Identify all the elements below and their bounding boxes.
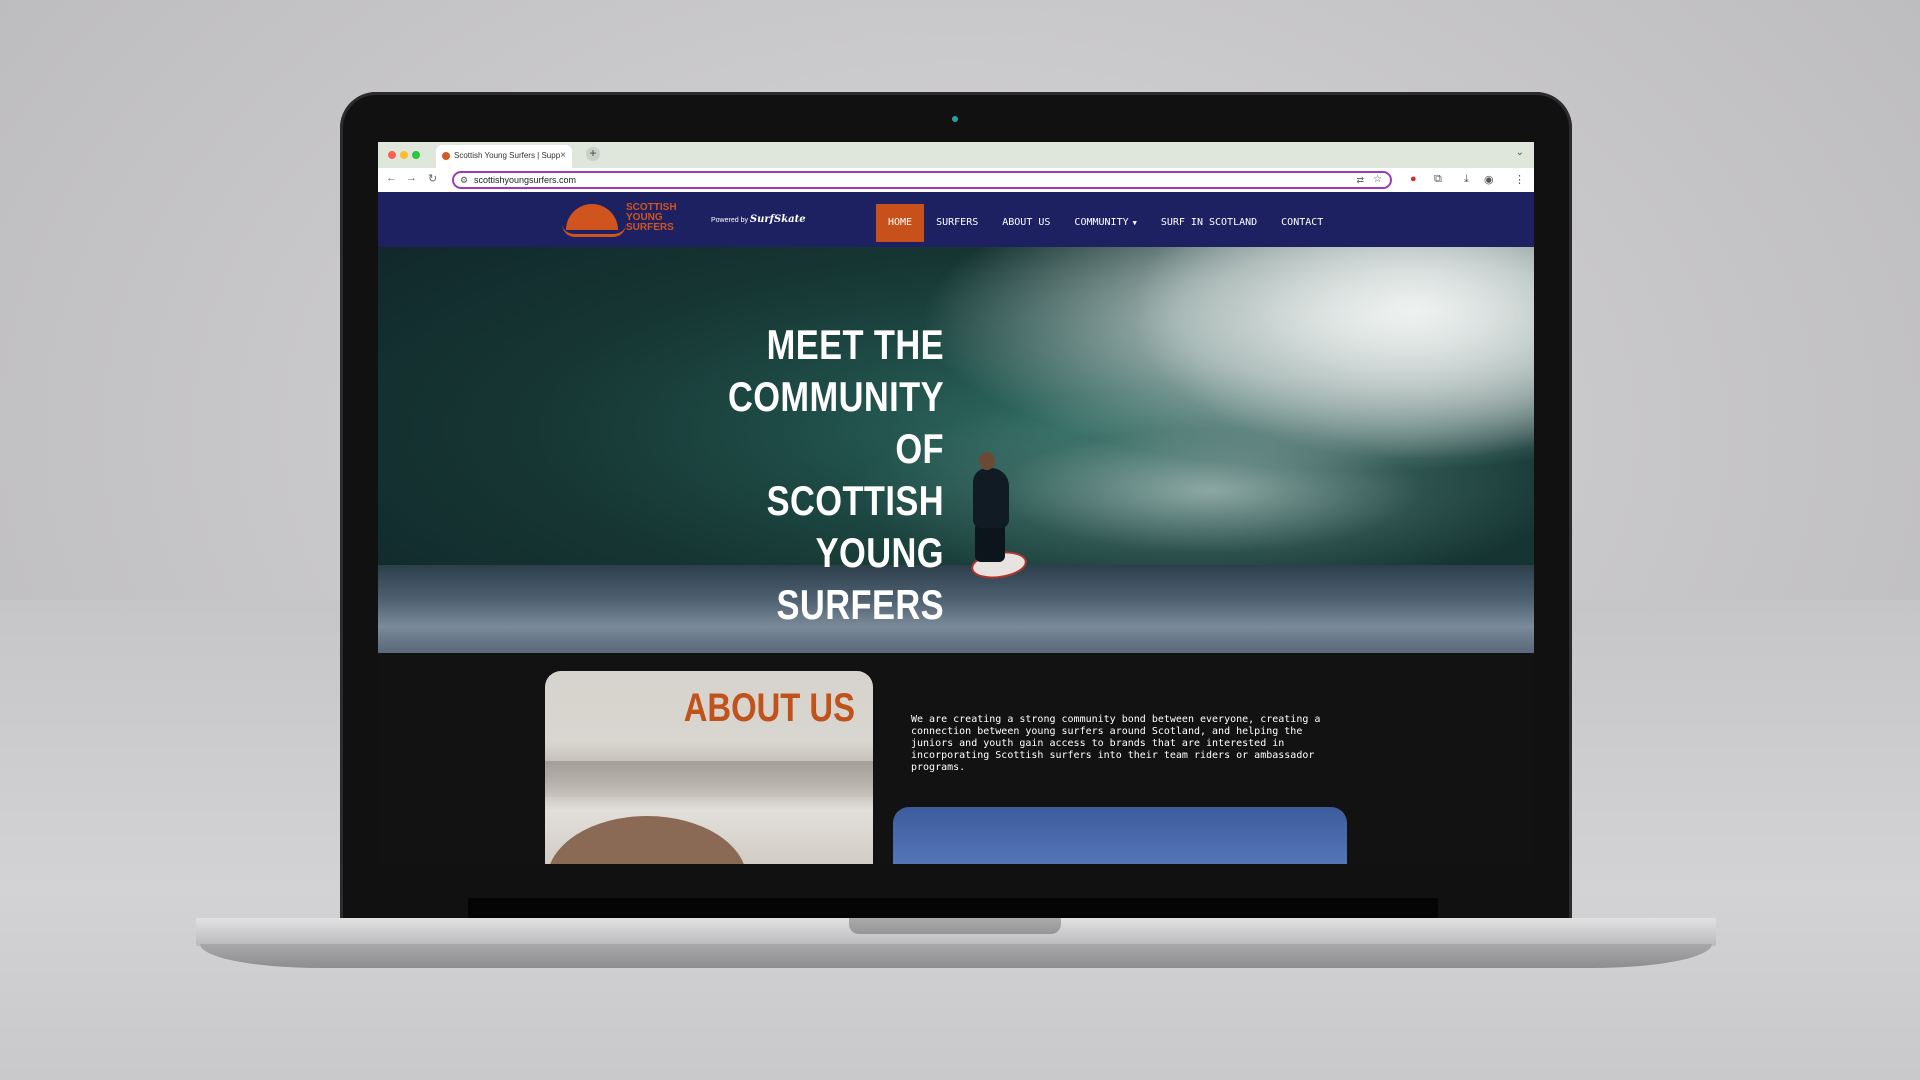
- nav-label: SURFERS: [936, 217, 979, 228]
- surfer-head: [979, 452, 995, 470]
- powered-by-label: Powered by: [711, 217, 748, 224]
- site-logo[interactable]: SCOTTISH YOUNG SURFERS: [562, 200, 696, 240]
- about-heading: ABOUT US: [683, 686, 855, 730]
- menu-kebab-icon[interactable]: ⋮: [1514, 173, 1525, 186]
- opera-extension-icon[interactable]: ●: [1410, 173, 1417, 185]
- nav-item-surf-in-scotland[interactable]: SURF IN SCOTLAND: [1149, 204, 1269, 242]
- hero-banner: MEET THE COMMUNITY OF SCOTTISH YOUNG SUR…: [378, 247, 1534, 653]
- nav-item-contact[interactable]: CONTACT: [1269, 204, 1335, 242]
- nav-label: ABOUT US: [1002, 217, 1051, 228]
- logo-wave-icon: [562, 224, 626, 237]
- laptop-hinge: [468, 898, 1438, 920]
- logo-line: SURFERS: [626, 222, 674, 233]
- laptop-notch: [849, 918, 1061, 934]
- hero-wave-foam: [1138, 247, 1534, 457]
- powered-by-brand: SurfSkate: [749, 214, 806, 225]
- back-icon[interactable]: ←: [386, 172, 397, 184]
- bookmark-star-icon[interactable]: ☆: [1373, 173, 1382, 187]
- main-nav: HOME SURFERS ABOUT US COMMUNITY ▼ SURF IN…: [876, 204, 1335, 242]
- about-image-clouds: [545, 761, 873, 797]
- new-tab-button[interactable]: +: [586, 147, 600, 161]
- tab-close-icon[interactable]: ×: [560, 145, 566, 167]
- secondary-image-card: [893, 807, 1347, 864]
- site-info-icon[interactable]: ⚙: [460, 173, 468, 187]
- profile-avatar-icon[interactable]: ◉: [1484, 173, 1494, 186]
- nav-label: CONTACT: [1281, 217, 1324, 228]
- caret-down-icon: ▼: [1132, 219, 1137, 227]
- forward-icon[interactable]: →: [406, 172, 417, 184]
- site-favicon-icon: [442, 152, 450, 160]
- download-icon[interactable]: ⤓: [1464, 173, 1469, 186]
- maximize-window-icon[interactable]: [412, 151, 420, 159]
- site-header: SCOTTISH YOUNG SURFERS Powered by SurfSk…: [378, 192, 1534, 247]
- laptop-screen: Scottish Young Surfers | Supp × + ⌄ ← → …: [378, 142, 1534, 864]
- browser-tab[interactable]: Scottish Young Surfers | Supp ×: [436, 145, 572, 168]
- url-text: scottishyoungsurfers.com: [474, 175, 577, 185]
- about-image-rock: [547, 816, 747, 864]
- website: SCOTTISH YOUNG SURFERS Powered by SurfSk…: [378, 192, 1534, 864]
- minimize-window-icon[interactable]: [400, 151, 408, 159]
- nav-item-community[interactable]: COMMUNITY ▼: [1062, 204, 1148, 242]
- tab-search-icon[interactable]: ⌄: [1516, 147, 1524, 158]
- surfer-legs: [975, 522, 1005, 562]
- browser-tab-bar: Scottish Young Surfers | Supp × + ⌄: [378, 142, 1534, 168]
- laptop-base-bottom: [200, 944, 1712, 968]
- nav-label: COMMUNITY: [1074, 217, 1129, 228]
- close-window-icon[interactable]: [388, 151, 396, 159]
- nav-label: SURF IN SCOTLAND: [1160, 217, 1258, 228]
- hero-surfer-image: [953, 452, 1033, 592]
- translate-icon[interactable]: ⇄: [1356, 173, 1364, 187]
- hero-title: MEET THE COMMUNITY OF SCOTTISH YOUNG SUR…: [727, 321, 944, 628]
- extensions-puzzle-icon[interactable]: ⧉: [1434, 173, 1442, 186]
- surfer-body: [973, 468, 1009, 528]
- browser-toolbar: ← → ↻ ⚙ scottishyoungsurfers.com ⇄ ☆ ● ⧉…: [378, 168, 1534, 193]
- tab-title: Scottish Young Surfers | Supp: [454, 151, 561, 160]
- webcam: [952, 116, 958, 122]
- powered-by[interactable]: Powered by SurfSkate: [711, 214, 806, 225]
- nav-item-surfers[interactable]: SURFERS: [924, 204, 990, 242]
- about-description: We are creating a strong community bond …: [911, 714, 1321, 773]
- logo-wordmark: SCOTTISH YOUNG SURFERS: [626, 203, 696, 233]
- address-bar[interactable]: ⚙ scottishyoungsurfers.com ⇄ ☆: [452, 171, 1392, 189]
- nav-label: HOME: [888, 217, 913, 228]
- about-image-card: ABOUT US: [545, 671, 873, 864]
- nav-item-home[interactable]: HOME: [876, 204, 925, 242]
- nav-item-about-us[interactable]: ABOUT US: [990, 204, 1062, 242]
- reload-icon[interactable]: ↻: [428, 172, 437, 185]
